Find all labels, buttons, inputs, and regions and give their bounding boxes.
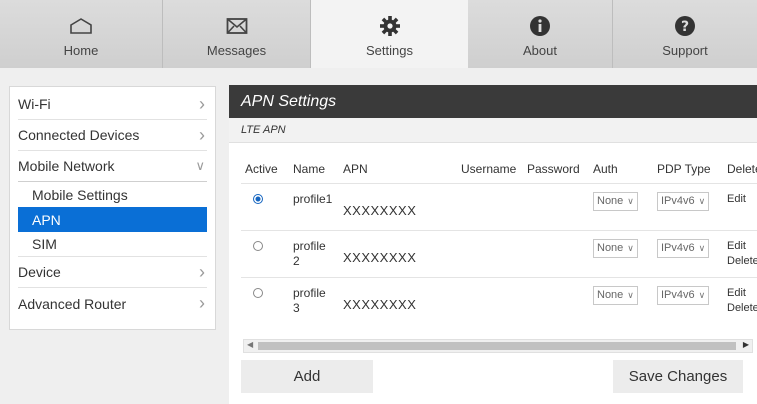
- sidebar-item-label: Wi-Fi: [18, 96, 51, 112]
- sidebar-item-label: Mobile Network: [18, 158, 115, 174]
- sidebar-subitem-label: APN: [32, 211, 61, 228]
- save-changes-button[interactable]: Save Changes: [613, 360, 743, 393]
- profile-name: profile 3: [289, 276, 339, 324]
- apn-value: XXXXXXXX: [343, 249, 417, 265]
- scrollbar-thumb[interactable]: [258, 342, 736, 350]
- chevron-right-icon: ›: [199, 124, 205, 145]
- auth-value: None: [597, 289, 624, 301]
- pdp-value: IPv4v6: [661, 195, 695, 207]
- sidebar-item-connected-devices[interactable]: Connected Devices ›: [18, 120, 207, 151]
- col-apn: APN: [343, 161, 368, 176]
- question-icon: ?: [674, 13, 696, 39]
- apn-settings-panel: APN Settings LTE APN Active Name APN Use…: [229, 85, 757, 404]
- table-row: profile1 XXXXXXXX None ∨ IPv4v6 ∨ Edit: [241, 182, 757, 230]
- gear-icon: [379, 13, 401, 39]
- col-delete: Delete: [727, 161, 757, 176]
- sidebar-subitem-label: SIM: [32, 236, 57, 252]
- sidebar-subitem-label: Mobile Settings: [32, 186, 128, 203]
- username-cell: [457, 229, 523, 277]
- chevron-down-icon: ∨: [698, 289, 706, 300]
- apn-value: XXXXXXXX: [343, 202, 417, 218]
- section-subtitle: LTE APN: [229, 118, 757, 143]
- pdp-value: IPv4v6: [661, 242, 695, 254]
- chevron-down-icon: ∨: [627, 195, 634, 206]
- apn-table: Active Name APN Username Password Auth P…: [241, 155, 757, 324]
- pdp-type-select[interactable]: IPv4v6 ∨: [657, 238, 710, 258]
- sidebar-subitem-sim[interactable]: SIM: [18, 232, 207, 257]
- sidebar-item-label: Advanced Router: [18, 295, 127, 312]
- info-icon: [529, 13, 551, 39]
- sidebar-item-advanced-router[interactable]: Advanced Router ›: [18, 288, 207, 319]
- active-radio[interactable]: [253, 193, 263, 204]
- edit-link[interactable]: Edit: [727, 192, 757, 207]
- tab-home[interactable]: Home: [0, 0, 163, 68]
- delete-link[interactable]: Delete: [727, 254, 757, 269]
- chevron-right-icon: ›: [199, 93, 205, 114]
- username-cell: [457, 276, 523, 324]
- sidebar: Wi-Fi › Connected Devices › Mobile Netwo…: [9, 86, 216, 330]
- top-nav: Home Messages Settings About ? Support: [0, 0, 757, 68]
- tab-messages[interactable]: Messages: [163, 0, 311, 68]
- scroll-right-icon[interactable]: ▶: [743, 340, 749, 349]
- sidebar-subitem-apn[interactable]: APN: [18, 207, 207, 232]
- username-cell: [457, 182, 523, 230]
- edit-link[interactable]: Edit: [727, 239, 757, 254]
- delete-link[interactable]: Delete: [727, 301, 757, 316]
- active-radio[interactable]: [253, 240, 263, 251]
- col-auth: Auth: [593, 161, 618, 176]
- pdp-type-select[interactable]: IPv4v6 ∨: [657, 191, 710, 211]
- auth-select[interactable]: None ∨: [593, 238, 638, 258]
- horizontal-scrollbar[interactable]: ◀ ▶: [243, 339, 753, 353]
- chevron-right-icon: ›: [199, 261, 205, 282]
- chevron-down-icon: ∨: [698, 195, 706, 206]
- chevron-down-icon: ∨: [627, 242, 634, 253]
- auth-select[interactable]: None ∨: [593, 191, 638, 211]
- sidebar-item-label: Connected Devices: [18, 127, 140, 143]
- table-row: profile 3 XXXXXXXX None ∨ IPv4v6 ∨ Edit De…: [241, 276, 757, 324]
- chevron-down-icon: ∨: [195, 158, 205, 173]
- svg-text:?: ?: [681, 19, 689, 35]
- col-username: Username: [461, 161, 517, 176]
- tab-settings[interactable]: Settings: [311, 0, 468, 68]
- tab-about[interactable]: About: [468, 0, 613, 68]
- profile-name: profile 2: [289, 229, 339, 277]
- tab-home-label: Home: [63, 43, 99, 58]
- password-cell: [523, 182, 589, 230]
- tab-about-label: About: [523, 43, 557, 58]
- col-active: Active: [245, 161, 278, 176]
- chevron-down-icon: ∨: [627, 289, 634, 300]
- pdp-value: IPv4v6: [661, 289, 695, 301]
- auth-value: None: [597, 242, 624, 254]
- col-name: Name: [293, 161, 326, 176]
- envelope-icon: [226, 13, 248, 39]
- apn-value: XXXXXXXX: [343, 296, 417, 312]
- auth-select[interactable]: None ∨: [593, 285, 638, 305]
- sidebar-item-wifi[interactable]: Wi-Fi ›: [18, 89, 207, 120]
- tab-support-label: Support: [662, 43, 708, 58]
- password-cell: [523, 229, 589, 277]
- auth-value: None: [597, 195, 624, 207]
- active-radio[interactable]: [253, 287, 263, 298]
- sidebar-item-mobile-network[interactable]: Mobile Network ∨: [18, 151, 207, 182]
- password-cell: [523, 276, 589, 324]
- col-password: Password: [527, 161, 580, 176]
- col-pdp-type: PDP Type: [657, 161, 711, 176]
- scroll-left-icon[interactable]: ◀: [247, 340, 253, 349]
- sidebar-subitem-mobile-settings[interactable]: Mobile Settings: [18, 182, 207, 207]
- edit-link[interactable]: Edit: [727, 286, 757, 301]
- tab-support[interactable]: ? Support: [613, 0, 757, 68]
- pdp-type-select[interactable]: IPv4v6 ∨: [657, 285, 710, 305]
- page-title: APN Settings: [229, 85, 757, 118]
- tab-settings-label: Settings: [366, 43, 413, 58]
- chevron-down-icon: ∨: [698, 242, 706, 253]
- sidebar-item-device[interactable]: Device ›: [18, 257, 207, 288]
- sidebar-item-label: Device: [18, 264, 61, 280]
- table-row: profile 2 XXXXXXXX None ∨ IPv4v6 ∨ Edit De…: [241, 229, 757, 277]
- profile-name: profile1: [289, 182, 339, 230]
- add-button[interactable]: Add: [241, 360, 373, 393]
- home-icon: [69, 13, 93, 39]
- tab-messages-label: Messages: [206, 43, 267, 58]
- chevron-right-icon: ›: [199, 293, 205, 313]
- table-header-row: Active Name APN Username Password Auth P…: [241, 155, 757, 183]
